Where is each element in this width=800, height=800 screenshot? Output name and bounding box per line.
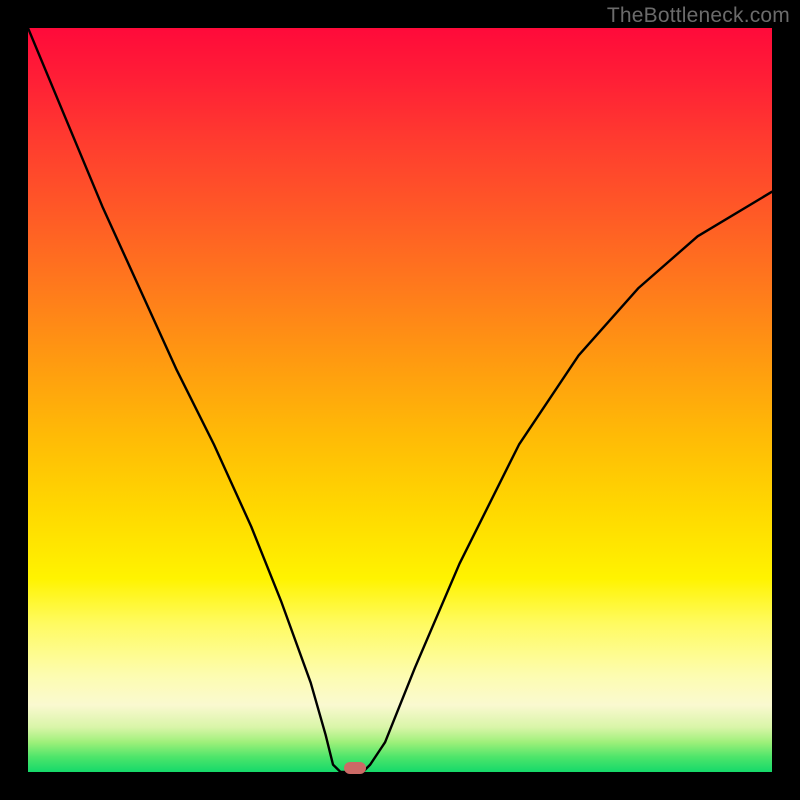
curve-path: [28, 28, 772, 772]
chart-frame: TheBottleneck.com: [0, 0, 800, 800]
watermark-text: TheBottleneck.com: [607, 4, 790, 28]
optimal-point-marker: [344, 762, 366, 774]
bottleneck-curve: [28, 28, 772, 772]
plot-area: [28, 28, 772, 772]
